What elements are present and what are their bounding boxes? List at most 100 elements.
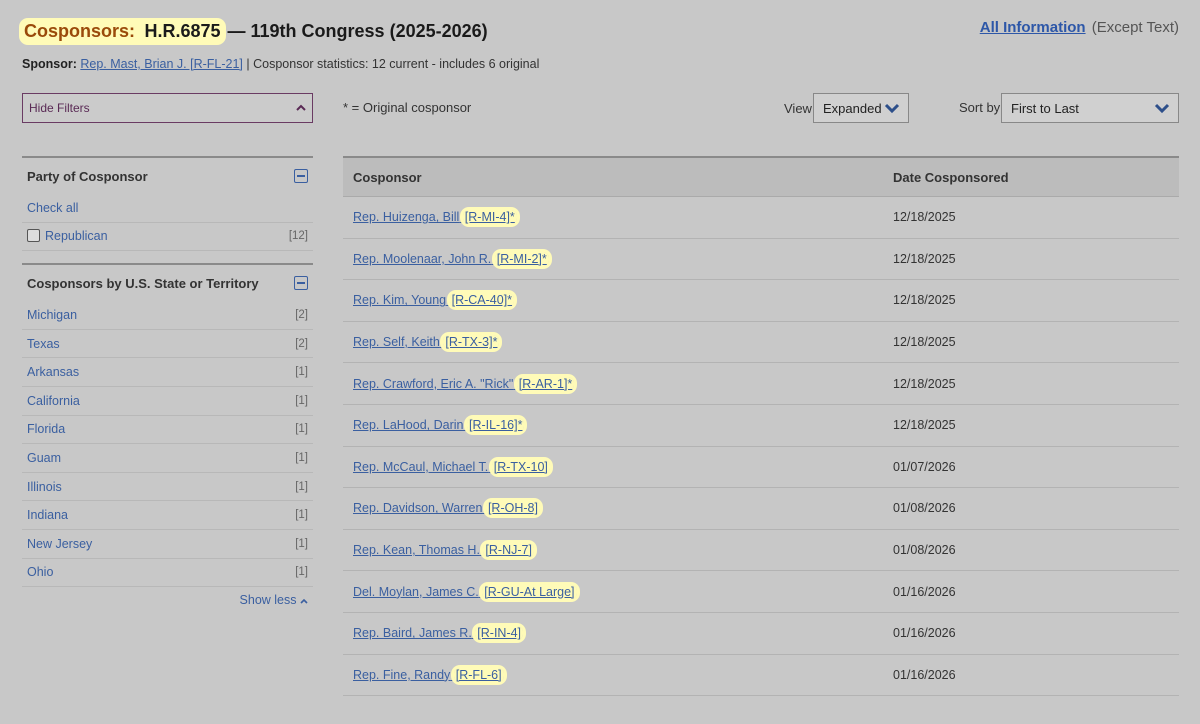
table-row: Rep. Huizenga, Bill [R-MI-4]* 12/18/2025 [343,197,1179,239]
state-filter-count: [2] [295,308,308,321]
cosponsor-link[interactable]: Rep. Baird, James R. [R-IN-4] [353,626,524,641]
date-cosponsored: 01/16/2026 [893,584,956,599]
checkbox[interactable] [27,229,40,243]
table-row: Rep. Kim, Young [R-CA-40]* 12/18/2025 [343,280,1179,322]
table-row: Rep. McCaul, Michael T. [R-TX-10] 01/07/2… [343,447,1179,489]
date-cosponsored: 12/18/2025 [893,418,956,433]
cosponsor-name: Rep. Baird, James R. [353,626,472,641]
state-filter-label[interactable]: Guam [27,451,61,465]
cosponsor-link[interactable]: Rep. Fine, Randy [R-FL-6] [353,667,504,682]
table-header: Cosponsor Date Cosponsored [343,156,1179,197]
cosponsor-cell: Rep. Kim, Young [R-CA-40]* [343,293,893,308]
cosponsor-name: Rep. Crawford, Eric A. "Rick" [353,376,514,391]
cosponsor-link[interactable]: Rep. Moolenaar, John R. [R-MI-2]* [353,251,549,266]
state-filter-item[interactable]: Texas [2] [22,330,313,359]
cosponsor-link[interactable]: Rep. Kim, Young [R-CA-40]* [353,293,515,308]
sponsor-row: Sponsor: Rep. Mast, Brian J. [R-FL-21] |… [22,57,539,71]
cosponsor-link[interactable]: Rep. Crawford, Eric A. "Rick" [R-AR-1]* [353,376,575,391]
cosponsor-link[interactable]: Rep. Self, Keith [R-TX-3]* [353,335,500,350]
cosponsor-name: Del. Moylan, James C. [353,584,479,599]
state-filter-item[interactable]: Guam [1] [22,444,313,473]
state-filter-item[interactable]: Florida [1] [22,416,313,445]
table-row: Rep. Moolenaar, John R. [R-MI-2]* 12/18/2… [343,239,1179,281]
party-filter-label[interactable]: Republican [45,229,108,243]
state-filter-count: [1] [295,480,308,493]
cosponsor-tag: [R-AR-1]* [516,376,575,391]
cosponsor-cell: Rep. Crawford, Eric A. "Rick" [R-AR-1]* [343,376,893,391]
state-filter-count: [1] [295,366,308,379]
cosponsor-link[interactable]: Rep. Davidson, Warren [R-OH-8] [353,501,540,516]
party-filter-heading: Party of Cosponsor [27,168,148,184]
cosponsor-name: Rep. Moolenaar, John R. [353,251,492,266]
state-filter-heading: Cosponsors by U.S. State or Territory [27,275,259,291]
hide-filters-button[interactable]: Hide Filters [22,93,313,123]
cosponsor-cell: Rep. LaHood, Darin [R-IL-16]* [343,418,893,433]
state-filter-item[interactable]: California [1] [22,387,313,416]
sort-select[interactable]: First to Last [1001,93,1179,123]
all-information-link[interactable]: All Information [980,19,1086,36]
cosponsor-tag: [R-NJ-7] [483,543,534,558]
table-row: Rep. Baird, James R. [R-IN-4] 01/16/2026 [343,613,1179,655]
column-header-cosponsor: Cosponsor [353,169,422,185]
cosponsor-tag: [R-MI-4]* [462,210,517,225]
title-prefix: Cosponsors: [24,20,136,41]
state-filter-label[interactable]: Texas [27,337,60,351]
cosponsor-link[interactable]: Rep. Huizenga, Bill [R-MI-4]* [353,210,517,225]
state-filter-label[interactable]: Ohio [27,565,53,579]
state-filter-item[interactable]: Ohio [1] [22,559,313,588]
cosponsor-tag: [R-TX-3]* [443,335,500,350]
cosponsor-name: Rep. Fine, Randy [353,667,451,682]
collapse-icon[interactable] [294,169,308,183]
table-row: Rep. Kean, Thomas H. [R-NJ-7] 01/08/2026 [343,530,1179,572]
cosponsor-link[interactable]: Rep. LaHood, Darin [R-IL-16]* [353,418,525,433]
cosponsor-cell: Rep. Huizenga, Bill [R-MI-4]* [343,210,893,225]
cosponsor-link[interactable]: Del. Moylan, James C. [R-GU-At Large] [353,584,577,599]
collapse-icon[interactable] [294,276,308,291]
date-cosponsored: 12/18/2025 [893,293,956,308]
date-cosponsored: 01/16/2026 [893,667,956,682]
state-filter-item[interactable]: Arkansas [1] [22,358,313,387]
cosponsor-statistics: | Cosponsor statistics: 12 current - inc… [246,57,540,71]
cosponsor-cell: Rep. Baird, James R. [R-IN-4] [343,626,893,641]
date-cosponsored: 01/16/2026 [893,626,956,641]
state-filter-label[interactable]: Arkansas [27,365,79,379]
all-information: All Information (Except Text) [980,19,1179,36]
party-filter-item[interactable]: Republican [12] [22,223,313,252]
state-filter-count: [1] [295,509,308,522]
state-filter-label[interactable]: Illinois [27,480,62,494]
state-filter-item[interactable]: Illinois [1] [22,473,313,502]
date-cosponsored: 01/08/2026 [893,543,956,558]
state-filter-item[interactable]: Michigan [2] [22,301,313,330]
cosponsor-name: Rep. LaHood, Darin [353,418,464,433]
cosponsor-link[interactable]: Rep. McCaul, Michael T. [R-TX-10] [353,459,550,474]
table-row: Rep. Fine, Randy [R-FL-6] 01/16/2026 [343,655,1179,697]
congress-label: — 119th Congress (2025-2026) [227,20,488,41]
sponsor-link[interactable]: Rep. Mast, Brian J. [R-FL-21] [80,57,243,71]
view-select[interactable]: Expanded [813,93,909,123]
cosponsor-cell: Rep. Fine, Randy [R-FL-6] [343,667,893,682]
show-less-link[interactable]: Show less [22,587,313,607]
hide-filters-label: Hide Filters [29,101,90,115]
date-cosponsored: 12/18/2025 [893,376,956,391]
state-filter-label[interactable]: Indiana [27,508,68,522]
state-filter-label[interactable]: California [27,394,80,408]
state-filter-label[interactable]: New Jersey [27,537,92,551]
state-filter-label[interactable]: Florida [27,422,65,436]
cosponsors-table: Cosponsor Date Cosponsored Rep. Huizenga… [343,156,1179,697]
state-filter-label[interactable]: Michigan [27,308,77,322]
party-filter-item-left: Republican [27,229,108,243]
sort-value: First to Last [1011,100,1079,116]
state-filter-count: [1] [295,394,308,407]
table-row: Rep. LaHood, Darin [R-IL-16]* 12/18/2025 [343,405,1179,447]
chevron-up-icon [296,104,306,111]
check-all-link[interactable]: Check all [27,201,78,215]
cosponsor-cell: Rep. Self, Keith [R-TX-3]* [343,335,893,350]
cosponsor-cell: Rep. Moolenaar, John R. [R-MI-2]* [343,251,893,266]
cosponsor-link[interactable]: Rep. Kean, Thomas H. [R-NJ-7] [353,543,534,558]
state-filter-item[interactable]: New Jersey [1] [22,530,313,559]
cosponsor-tag: [R-CA-40]* [449,293,515,308]
state-filter-count: [1] [295,566,308,579]
view-value: Expanded [823,100,882,116]
state-filter-item[interactable]: Indiana [1] [22,501,313,530]
view-label: View [784,101,812,116]
